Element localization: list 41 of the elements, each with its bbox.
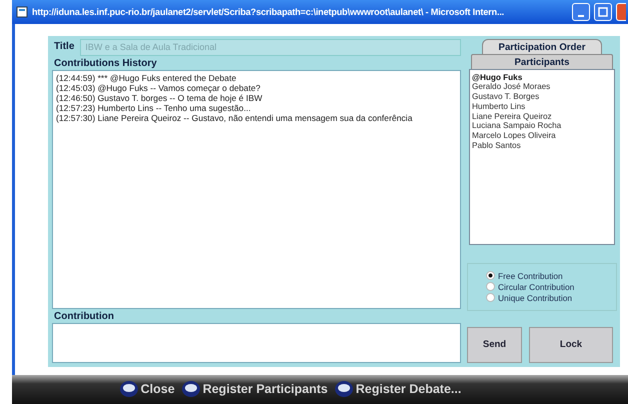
action-button[interactable]: Send xyxy=(467,326,522,363)
contribution-label: Contribution xyxy=(53,310,115,323)
participant-item[interactable]: Geraldo José Moraes xyxy=(472,82,612,92)
window-title: http://iduna.les.inf.puc-rio.br/jaulanet2/servlet/Scriba?scribapath=c:\inetpub\wwwroot\aulanet\ - Microsoft Intern... xyxy=(32,6,506,17)
radio-button[interactable] xyxy=(486,282,495,292)
tab[interactable]: Participants xyxy=(471,54,613,69)
radio-label: Free Contribution xyxy=(498,270,563,281)
bubble-icon xyxy=(334,380,354,398)
radio-label: Unique Contribution xyxy=(498,292,572,303)
history-label: Contributions History xyxy=(53,56,158,70)
participant-item[interactable]: Marcelo Lopes Oliveira xyxy=(472,130,612,141)
maximize-button[interactable] xyxy=(594,2,612,21)
history-line: (12:57:23) Humberto Lins -- Tenho uma sugestão... xyxy=(56,102,252,113)
bottom-link[interactable]: Close xyxy=(118,380,175,398)
participant-item[interactable]: Gustavo T. Borges xyxy=(472,92,612,102)
contribution-field[interactable] xyxy=(52,322,461,363)
bottom-link[interactable]: Register Debate... xyxy=(334,380,462,398)
bottom-link[interactable]: Register Participants xyxy=(180,380,328,398)
participant-item[interactable]: @Hugo Fuks xyxy=(472,72,612,82)
history-line: (12:44:59) *** @Hugo Fuks entered the Debate xyxy=(56,72,238,83)
tab[interactable]: Participation Order xyxy=(482,38,602,54)
participant-item[interactable]: Luciana Sampaio Rocha xyxy=(472,121,612,131)
history-line: (12:46:50) Gustavo T. borges -- O tema de hoje é IBW xyxy=(56,92,264,103)
title-label: Title xyxy=(53,40,74,54)
minimize-icon xyxy=(578,14,584,17)
action-button[interactable]: Lock xyxy=(529,326,613,363)
radio-label: Circular Contribution xyxy=(498,282,574,292)
maximize-icon xyxy=(598,6,608,17)
participant-item[interactable]: Humberto Lins xyxy=(472,102,612,112)
minimize-button[interactable] xyxy=(572,2,590,21)
title-field[interactable]: IBW e a Sala de Aula Tradicional xyxy=(80,38,461,56)
participant-item[interactable]: Pablo Santos xyxy=(472,140,612,150)
radio-button[interactable] xyxy=(486,293,495,302)
participant-item[interactable]: Liane Pereira Queiroz xyxy=(472,112,612,122)
bubble-icon xyxy=(118,380,139,398)
history-line: (12:57:30) Liane Pereira Queiroz -- Gustavo, não entendi uma mensagem sua da conferência xyxy=(56,112,414,123)
close-button[interactable] xyxy=(616,2,626,21)
bubble-icon xyxy=(180,380,201,398)
radio-button[interactable] xyxy=(486,271,495,280)
page-icon xyxy=(16,6,28,18)
history-line: (12:45:03) @Hugo Fuks -- Vamos começar o debate? xyxy=(56,82,262,93)
